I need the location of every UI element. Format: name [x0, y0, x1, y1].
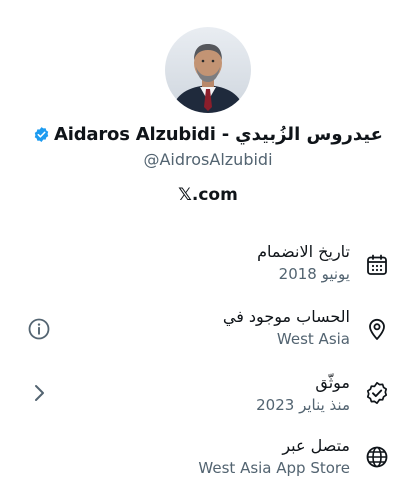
info-row-based-in: الحساب موجود في West Asia	[0, 306, 416, 366]
globe-icon	[366, 446, 388, 468]
connected-via-value: West Asia App Store	[198, 459, 350, 477]
connected-via-label: متصل عبر	[282, 436, 350, 455]
info-row-joined: تاريخ الانضمام يونيو 2018	[0, 241, 416, 301]
info-icon[interactable]	[27, 317, 51, 341]
calendar-icon	[367, 254, 387, 275]
verified-value: منذ يناير 2023	[256, 396, 350, 414]
verified-outline-icon	[366, 381, 388, 405]
info-row-connected-via: متصل عبر West Asia App Store	[0, 435, 416, 495]
location-pin-icon	[369, 318, 385, 340]
based-in-value: West Asia	[276, 330, 350, 348]
avatar[interactable]	[165, 27, 251, 113]
joined-value: يونيو 2018	[278, 265, 350, 283]
x-logo: 𝕏	[178, 185, 192, 205]
handle: @AidrosAlzubidi	[143, 150, 273, 169]
verified-badge-icon[interactable]	[33, 126, 50, 143]
based-in-label: الحساب موجود في	[222, 307, 350, 326]
website-domain: .com	[191, 185, 238, 205]
verified-label: موثّق	[315, 373, 350, 392]
display-name: Aidaros Alzubidi - عيدروس الزُبيدي	[54, 124, 383, 145]
profile-name-row: Aidaros Alzubidi - عيدروس الزُبيدي	[0, 124, 416, 145]
joined-label: تاريخ الانضمام	[257, 242, 350, 261]
info-row-verified[interactable]: موثّق منذ يناير 2023	[0, 372, 416, 432]
website-link[interactable]: 𝕏.com	[0, 185, 416, 205]
chevron-left-icon[interactable]	[27, 381, 51, 405]
